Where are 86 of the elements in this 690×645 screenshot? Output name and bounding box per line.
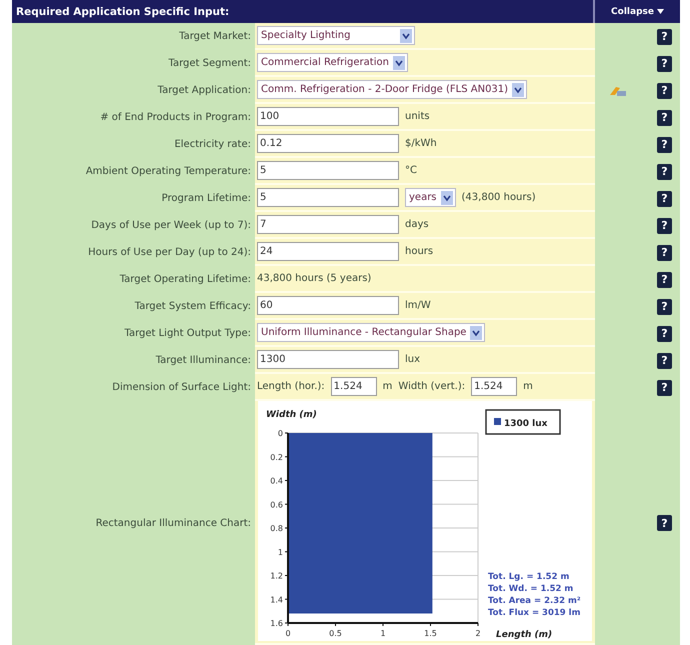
- help-button[interactable]: ?: [657, 164, 672, 180]
- input-field[interactable]: 5: [257, 161, 399, 180]
- help-button[interactable]: ?: [657, 190, 672, 206]
- unit-label: units: [405, 111, 430, 122]
- help-button[interactable]: ?: [657, 352, 672, 368]
- input-field[interactable]: 100: [257, 107, 399, 126]
- caret-icon: [440, 190, 453, 204]
- help-button[interactable]: ?: [657, 298, 672, 314]
- tick-label: 2: [475, 629, 481, 638]
- help-button[interactable]: ?: [657, 326, 672, 342]
- field-label: Electricity rate:: [174, 139, 251, 150]
- field-label: Rectangular Illuminance Chart:: [96, 518, 251, 528]
- unit-label: days: [405, 219, 429, 230]
- input-field[interactable]: 1.524: [471, 377, 518, 396]
- tick-label: 1: [278, 548, 283, 557]
- tick-label: 1.2: [270, 572, 283, 580]
- tick-label: 1.5: [424, 629, 437, 638]
- field-label: Target Market:: [179, 31, 251, 42]
- field-label: Target Light Output Type:: [124, 328, 251, 339]
- tick-label: 1: [380, 629, 386, 638]
- unit-label: hours: [405, 246, 434, 257]
- input-field[interactable]: 7: [257, 215, 399, 234]
- total-annotation: Tot. Wd. = 1.52 m: [488, 584, 574, 594]
- x-axis-title: Length (m): [496, 630, 552, 640]
- caret-icon: [400, 28, 412, 42]
- dropdown[interactable]: Commercial Refrigeration: [257, 53, 408, 72]
- unit-label: m: [523, 381, 533, 392]
- unit-label: °C: [405, 165, 417, 176]
- field-label: Target System Efficacy:: [134, 301, 251, 312]
- y-axis-title: Width (m): [266, 410, 317, 420]
- input-field[interactable]: 1.524: [330, 377, 377, 396]
- input-field[interactable]: 1300: [257, 350, 399, 369]
- caret-icon: [470, 326, 482, 340]
- field-label: Dimension of Surface Light:: [112, 382, 251, 393]
- help-button[interactable]: ?: [657, 244, 672, 260]
- total-annotation: Tot. Lg. = 1.52 m: [488, 572, 570, 582]
- help-button[interactable]: ?: [657, 218, 672, 234]
- field-label: Target Operating Lifetime:: [120, 274, 251, 285]
- input-field[interactable]: 0.12: [257, 134, 399, 153]
- hours-note: (43,800 hours): [462, 192, 536, 203]
- field-label: Hours of Use per Day (up to 24):: [88, 247, 251, 258]
- total-annotation: Tot. Area = 2.32 m²: [488, 596, 581, 606]
- unit-label: $/kWh: [405, 138, 437, 149]
- input-field[interactable]: 24: [257, 242, 399, 261]
- tick-label: 0.4: [270, 476, 283, 486]
- field-label: Ambient Operating Temperature:: [86, 166, 251, 177]
- unit-label: lm/W: [405, 300, 431, 311]
- field-label: Program Lifetime:: [162, 193, 251, 204]
- input-field[interactable]: 5: [257, 188, 399, 207]
- legend-label: 1300 lux: [504, 419, 548, 429]
- caret-icon: [512, 82, 524, 96]
- unit-label: lux: [405, 354, 420, 365]
- tick-label: 0: [285, 629, 291, 638]
- total-annotation: Tot. Flux = 3019 lm: [488, 608, 580, 618]
- input-field[interactable]: 60: [257, 296, 399, 315]
- tick-label: 1.6: [270, 619, 283, 628]
- field-label: Days of Use per Week (up to 7):: [91, 220, 251, 231]
- caret-icon: [656, 9, 664, 14]
- help-button[interactable]: ?: [657, 56, 672, 72]
- help-button[interactable]: ?: [657, 380, 672, 396]
- help-button[interactable]: ?: [657, 110, 672, 126]
- help-button[interactable]: ?: [657, 136, 672, 152]
- tick-label: 0.6: [270, 500, 283, 510]
- field-label: Target Segment:: [168, 58, 251, 69]
- field-label: # of End Products in Program:: [100, 112, 251, 123]
- width-label: Width (vert.):: [398, 381, 466, 392]
- help-button[interactable]: ?: [657, 28, 672, 44]
- tick-label: 0.2: [270, 452, 283, 462]
- help-button[interactable]: ?: [657, 272, 672, 288]
- field-label: Target Illuminance:: [156, 355, 251, 366]
- caret-icon: [392, 56, 405, 70]
- tick-label: 0.5: [329, 629, 342, 638]
- help-button[interactable]: ?: [657, 515, 672, 531]
- tick-label: 0: [278, 429, 283, 438]
- unit-label: m: [382, 381, 392, 392]
- value-text: 43,800 hours (5 years): [257, 273, 372, 284]
- tick-label: 1.4: [270, 595, 283, 604]
- dropdown[interactable]: Uniform Illuminance - Rectangular Shape: [257, 323, 486, 342]
- dropdown[interactable]: Specialty Lighting: [257, 26, 415, 45]
- length-label: Length (hor.):: [257, 381, 325, 392]
- dropdown[interactable]: Comm. Refrigeration - 2-Door Fridge (FLS AN031): [257, 80, 528, 99]
- section-header: Required Application Specific Input:: [12, 0, 595, 23]
- field-label: Target Application:: [158, 85, 251, 96]
- dropdown[interactable]: years: [405, 188, 456, 207]
- tick-label: 0.8: [270, 524, 283, 533]
- help-button[interactable]: ?: [657, 82, 672, 98]
